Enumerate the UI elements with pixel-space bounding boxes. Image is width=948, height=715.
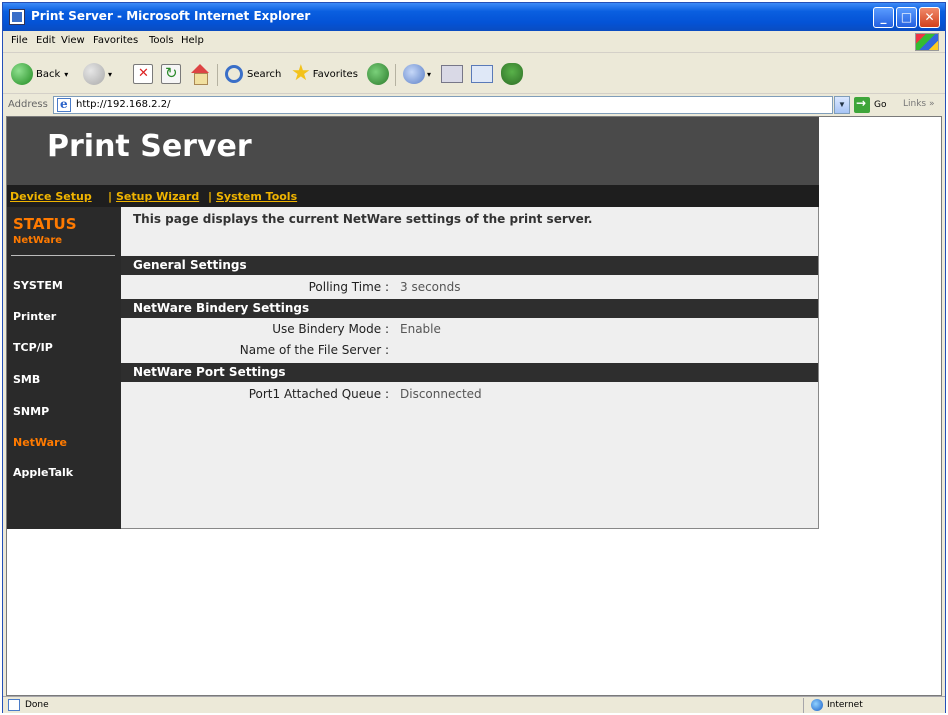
nav-device-setup[interactable]: Device Setup [10, 190, 92, 203]
window-title: Print Server - Microsoft Internet Explor… [31, 9, 311, 23]
ie-app-icon[interactable] [9, 9, 25, 25]
favorites-button[interactable]: ★ Favorites [291, 61, 358, 87]
go-label: Go [874, 100, 887, 110]
forward-button[interactable]: ▾ [83, 61, 112, 87]
minimize-button[interactable]: _ [873, 7, 894, 28]
sidebar-item-printer[interactable]: Printer [13, 310, 56, 323]
status-bar: Done Internet [3, 696, 945, 713]
file-server-label: Name of the File Server : [239, 343, 389, 357]
menu-file[interactable]: File [11, 35, 28, 46]
section-port-settings: NetWare Port Settings [121, 363, 818, 382]
use-bindery-value: Enable [400, 322, 441, 336]
sidebar-item-snmp[interactable]: SNMP [13, 405, 49, 418]
sidebar-item-system[interactable]: SYSTEM [13, 279, 63, 292]
browser-window: Print Server - Microsoft Internet Explor… [2, 2, 946, 713]
stop-button[interactable] [133, 61, 153, 87]
section-general-settings: General Settings [121, 256, 818, 275]
back-button[interactable]: Back ▾ [11, 61, 68, 87]
back-label: Back [36, 68, 61, 80]
media-button[interactable] [367, 61, 392, 87]
printer-icon [441, 65, 463, 83]
menu-help[interactable]: Help [181, 35, 204, 46]
page-done-icon [8, 699, 20, 711]
home-button[interactable] [189, 61, 211, 87]
status-subtitle: NetWare [13, 235, 63, 246]
sidebar-item-smb[interactable]: SMB [13, 373, 40, 386]
links-button[interactable]: Links » [903, 99, 935, 109]
address-label: Address [8, 99, 48, 110]
menu-favorites[interactable]: Favorites [93, 35, 138, 46]
media-icon [367, 63, 389, 85]
mail-dropdown-icon[interactable]: ▾ [427, 70, 431, 79]
nav-separator: | [108, 190, 113, 203]
security-zone: Internet [827, 700, 863, 710]
go-arrow-icon [854, 96, 870, 113]
section-bindery-settings: NetWare Bindery Settings [121, 299, 818, 318]
search-icon [225, 65, 243, 83]
search-label: Search [247, 68, 282, 80]
nav-setup-wizard[interactable]: Setup Wizard [116, 190, 199, 203]
edit-button[interactable] [471, 61, 493, 87]
menu-bar: File Edit View Favorites Tools Help [3, 31, 945, 53]
search-button[interactable]: Search [225, 61, 281, 87]
back-dropdown-icon[interactable]: ▾ [64, 70, 68, 79]
menu-edit[interactable]: Edit [36, 35, 55, 46]
toolbar: Back ▾ ▾ Search ★ Favorites [3, 54, 945, 94]
refresh-icon [161, 64, 181, 84]
statusbar-separator [803, 698, 804, 713]
back-arrow-icon [11, 63, 33, 85]
address-url: http://192.168.2.2/ [76, 99, 171, 110]
mail-button[interactable]: ▾ [403, 61, 431, 87]
messenger-button[interactable] [501, 61, 523, 87]
internet-globe-icon [811, 699, 823, 711]
stop-icon [133, 64, 153, 84]
sidebar-divider [11, 255, 115, 256]
port1-queue-label: Port1 Attached Queue : [248, 387, 389, 401]
page-icon [57, 97, 71, 112]
nav-separator: | [208, 190, 213, 203]
page-viewport: Print Server Device Setup | Setup Wizard… [6, 116, 942, 696]
mail-icon [403, 64, 425, 84]
messenger-icon [501, 63, 523, 85]
nav-system-tools[interactable]: System Tools [216, 190, 297, 203]
sidebar-item-appletalk[interactable]: AppleTalk [13, 466, 73, 479]
edit-icon [471, 65, 493, 83]
go-button[interactable]: Go [854, 96, 886, 114]
use-bindery-label: Use Bindery Mode : [272, 322, 389, 336]
toolbar-separator [395, 64, 396, 86]
main-content: This page displays the current NetWare s… [121, 207, 819, 529]
address-bar: Address http://192.168.2.2/ ▼ Go Links » [3, 95, 945, 115]
top-nav: Device Setup | Setup Wizard | System Too… [7, 185, 819, 207]
page-title: Print Server [47, 129, 252, 164]
sidebar: STATUS NetWare SYSTEM Printer TCP/IP SMB… [7, 207, 121, 529]
favorites-star-icon: ★ [291, 61, 311, 86]
title-bar: Print Server - Microsoft Internet Explor… [3, 3, 945, 31]
status-text: Done [25, 700, 49, 710]
status-title: STATUS [13, 215, 77, 233]
sidebar-item-netware[interactable]: NetWare [13, 436, 67, 449]
favorites-label: Favorites [312, 68, 358, 80]
address-dropdown-icon[interactable]: ▼ [834, 96, 850, 114]
address-input[interactable]: http://192.168.2.2/ [53, 96, 833, 114]
sidebar-item-tcpip[interactable]: TCP/IP [13, 341, 53, 354]
print-button[interactable] [441, 61, 463, 87]
refresh-button[interactable] [161, 61, 181, 87]
forward-dropdown-icon[interactable]: ▾ [108, 70, 112, 79]
home-icon [189, 64, 211, 85]
intro-text: This page displays the current NetWare s… [133, 212, 593, 226]
polling-time-value: 3 seconds [400, 280, 461, 294]
port1-queue-value: Disconnected [400, 387, 482, 401]
windows-logo-icon [915, 33, 939, 51]
maximize-button[interactable]: □ [896, 7, 917, 28]
menu-view[interactable]: View [61, 35, 85, 46]
close-button[interactable]: ✕ [919, 7, 940, 28]
forward-arrow-icon [83, 63, 105, 85]
page-header: Print Server [7, 117, 819, 185]
toolbar-separator [217, 64, 218, 86]
polling-time-label: Polling Time : [308, 280, 389, 294]
menu-tools[interactable]: Tools [149, 35, 174, 46]
